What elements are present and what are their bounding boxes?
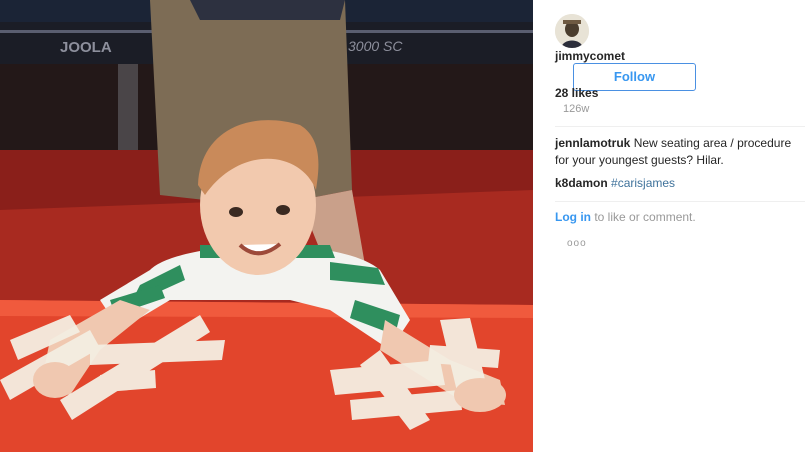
login-prompt: Log in to like or comment. [555,210,696,224]
post-photo[interactable]: JOOLA 3000 SC [0,0,533,452]
divider [555,126,805,127]
login-link[interactable]: Log in [555,210,591,224]
post-username[interactable]: jimmycomet [555,49,625,63]
divider [555,201,805,202]
likes-count[interactable]: 28 likes [555,86,598,100]
table-model-text: 3000 SC [348,38,403,54]
post-timestamp[interactable]: 126w [563,103,589,115]
avatar[interactable] [555,14,589,48]
login-prompt-text: to like or comment. [594,210,696,224]
more-options-icon[interactable]: ooo [567,238,587,249]
avatar-image [555,14,589,48]
post-caption: jennlamotruk New seating area / procedur… [555,135,805,169]
post-details-panel: jimmycomet Follow 28 likes 126w jennlamo… [533,0,805,452]
comment-item: k8damon #carisjames [555,176,675,190]
table-brand-text: JOOLA [60,39,112,56]
photo-scene: JOOLA 3000 SC [0,0,533,452]
caption-author[interactable]: jennlamotruk [555,136,630,150]
comment-author[interactable]: k8damon [555,176,608,190]
comment-hashtag[interactable]: #carisjames [611,176,675,190]
